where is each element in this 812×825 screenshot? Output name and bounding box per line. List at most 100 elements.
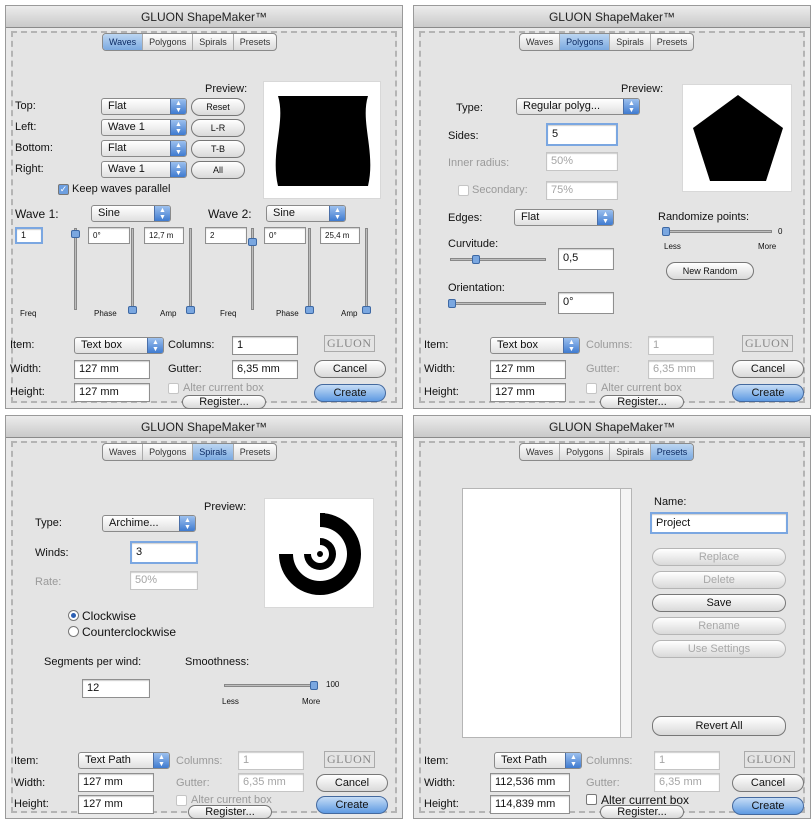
register-button[interactable]: Register... bbox=[600, 805, 684, 819]
item-select[interactable]: Text Path ▲ ▼ bbox=[494, 752, 582, 769]
width-field[interactable]: 127 mm bbox=[78, 773, 154, 792]
create-button[interactable]: Create bbox=[732, 384, 804, 402]
all-button[interactable]: All bbox=[191, 161, 245, 179]
curvitude-slider[interactable] bbox=[450, 258, 546, 261]
item-select[interactable]: Text box ▲ ▼ bbox=[74, 337, 164, 354]
gutter-field[interactable]: 6,35 mm bbox=[232, 360, 298, 379]
name-field[interactable]: Project bbox=[650, 512, 788, 534]
rate-field[interactable]: 50% bbox=[130, 571, 198, 590]
columns-field[interactable]: 1 bbox=[232, 336, 298, 355]
tab-spirals[interactable]: Spirals bbox=[193, 444, 234, 460]
register-button[interactable]: Register... bbox=[182, 395, 266, 409]
tab-waves[interactable]: Waves bbox=[103, 34, 144, 50]
save-button[interactable]: Save bbox=[652, 594, 786, 612]
tab-polygons[interactable]: Polygons bbox=[560, 34, 611, 50]
wave1-freq-slider[interactable] bbox=[74, 228, 77, 310]
columns-field[interactable]: 1 bbox=[654, 751, 720, 770]
alter-box-checkbox[interactable] bbox=[168, 383, 179, 394]
slider-thumb[interactable] bbox=[71, 230, 80, 238]
orientation-slider[interactable] bbox=[450, 302, 546, 305]
delete-button[interactable]: Delete bbox=[652, 571, 786, 589]
width-field[interactable]: 112,536 mm bbox=[490, 773, 570, 792]
height-field[interactable]: 114,839 mm bbox=[490, 795, 570, 814]
counterclockwise-radio[interactable] bbox=[68, 626, 79, 637]
tab-waves[interactable]: Waves bbox=[103, 444, 144, 460]
width-field[interactable]: 127 mm bbox=[490, 360, 566, 379]
slider-thumb[interactable] bbox=[472, 255, 480, 264]
wave1-select[interactable]: Sine ▲ ▼ bbox=[91, 205, 171, 222]
wave1-amp-slider[interactable] bbox=[189, 228, 192, 310]
create-button[interactable]: Create bbox=[314, 384, 386, 402]
tab-waves[interactable]: Waves bbox=[520, 34, 561, 50]
tab-presets[interactable]: Presets bbox=[651, 34, 694, 50]
wave2-amp-slider[interactable] bbox=[365, 228, 368, 310]
randomize-slider[interactable] bbox=[664, 230, 772, 233]
clockwise-radio[interactable] bbox=[68, 610, 79, 621]
wave2-phase-field[interactable]: 0° bbox=[264, 227, 306, 244]
columns-field[interactable]: 1 bbox=[648, 336, 714, 355]
wave1-phase-slider[interactable] bbox=[131, 228, 134, 310]
columns-field[interactable]: 1 bbox=[238, 751, 304, 770]
wave2-freq-field[interactable]: 2 bbox=[205, 227, 247, 244]
lr-button[interactable]: L-R bbox=[191, 119, 245, 137]
item-select[interactable]: Text box ▲ ▼ bbox=[490, 337, 580, 354]
gutter-field[interactable]: 6,35 mm bbox=[648, 360, 714, 379]
register-button[interactable]: Register... bbox=[188, 805, 272, 819]
register-button[interactable]: Register... bbox=[600, 395, 684, 409]
right-select[interactable]: Wave 1 ▲ ▼ bbox=[101, 161, 187, 178]
tab-polygons[interactable]: Polygons bbox=[143, 34, 194, 50]
cancel-button[interactable]: Cancel bbox=[732, 360, 804, 378]
tab-spirals[interactable]: Spirals bbox=[193, 34, 234, 50]
tab-presets[interactable]: Presets bbox=[234, 444, 277, 460]
wave1-freq-field[interactable]: 1 bbox=[15, 227, 43, 244]
keep-parallel-checkbox[interactable]: ✓ bbox=[58, 184, 69, 195]
gutter-field[interactable]: 6,35 mm bbox=[654, 773, 720, 792]
width-field[interactable]: 127 mm bbox=[74, 360, 150, 379]
tab-spirals[interactable]: Spirals bbox=[610, 444, 651, 460]
create-button[interactable]: Create bbox=[732, 797, 804, 815]
gutter-field[interactable]: 6,35 mm bbox=[238, 773, 304, 792]
bottom-select[interactable]: Flat ▲ ▼ bbox=[101, 140, 187, 157]
tab-waves[interactable]: Waves bbox=[520, 444, 561, 460]
item-select[interactable]: Text Path ▲ ▼ bbox=[78, 752, 170, 769]
cancel-button[interactable]: Cancel bbox=[314, 360, 386, 378]
replace-button[interactable]: Replace bbox=[652, 548, 786, 566]
slider-thumb[interactable] bbox=[248, 238, 257, 246]
left-select[interactable]: Wave 1 ▲ ▼ bbox=[101, 119, 187, 136]
orientation-field[interactable]: 0° bbox=[558, 292, 614, 314]
slider-thumb[interactable] bbox=[362, 306, 371, 314]
tab-spirals[interactable]: Spirals bbox=[610, 34, 651, 50]
tab-presets[interactable]: Presets bbox=[234, 34, 277, 50]
alter-box-checkbox[interactable] bbox=[176, 795, 187, 806]
tb-button[interactable]: T-B bbox=[191, 140, 245, 158]
tab-presets[interactable]: Presets bbox=[650, 444, 694, 460]
height-field[interactable]: 127 mm bbox=[490, 383, 566, 402]
type-select[interactable]: Archime... ▲ ▼ bbox=[102, 515, 196, 532]
new-random-button[interactable]: New Random bbox=[666, 262, 754, 280]
type-select[interactable]: Regular polyg... ▲ ▼ bbox=[516, 98, 640, 115]
secondary-checkbox[interactable] bbox=[458, 185, 469, 196]
sides-field[interactable]: 5 bbox=[546, 123, 618, 146]
edges-select[interactable]: Flat ▲ ▼ bbox=[514, 209, 614, 226]
height-field[interactable]: 127 mm bbox=[78, 795, 154, 814]
cancel-button[interactable]: Cancel bbox=[732, 774, 804, 792]
wave2-select[interactable]: Sine ▲ ▼ bbox=[266, 205, 346, 222]
tab-polygons[interactable]: Polygons bbox=[143, 444, 194, 460]
wave2-phase-slider[interactable] bbox=[308, 228, 311, 310]
alter-box-checkbox[interactable] bbox=[586, 383, 597, 394]
secondary-field[interactable]: 75% bbox=[546, 181, 618, 200]
slider-thumb[interactable] bbox=[305, 306, 314, 314]
wave1-phase-field[interactable]: 0° bbox=[88, 227, 130, 244]
slider-thumb[interactable] bbox=[448, 299, 456, 308]
alter-box-checkbox[interactable] bbox=[586, 794, 597, 805]
revert-all-button[interactable]: Revert All bbox=[652, 716, 786, 736]
presets-list[interactable] bbox=[462, 488, 632, 738]
slider-thumb[interactable] bbox=[186, 306, 195, 314]
reset-button[interactable]: Reset bbox=[191, 98, 245, 116]
segments-field[interactable]: 12 bbox=[82, 679, 150, 698]
height-field[interactable]: 127 mm bbox=[74, 383, 150, 402]
use-settings-button[interactable]: Use Settings bbox=[652, 640, 786, 658]
slider-thumb[interactable] bbox=[310, 681, 318, 690]
wave1-amp-field[interactable]: 12,7 m bbox=[144, 227, 184, 244]
rename-button[interactable]: Rename bbox=[652, 617, 786, 635]
